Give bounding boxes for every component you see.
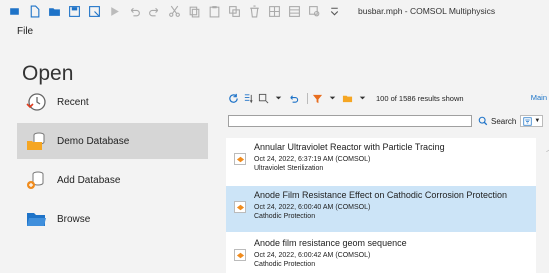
grid-icon[interactable] [266, 3, 283, 20]
nav-item-recent[interactable]: Recent [17, 84, 208, 120]
list-item[interactable]: Anode film resistance geom sequence Oct … [226, 234, 536, 273]
customize-toolbar-icon[interactable] [326, 3, 343, 20]
filter-button[interactable]: ▼ [520, 115, 544, 127]
results-panel: 100 of 1586 results shown Main Search ▼ [222, 90, 549, 273]
entry-date: Oct 24, 2022, 6:00:40 AM (COMSOL) [254, 204, 371, 211]
comsol-window: busbar.mph - COMSOL Multiphysics File Op… [0, 0, 549, 273]
table-icon[interactable] [286, 3, 303, 20]
sort-icon[interactable] [243, 93, 254, 104]
entry-title: Anode film resistance geom sequence [254, 238, 407, 248]
nav-item-label: Add Database [57, 174, 121, 186]
tab-file[interactable]: File [17, 26, 33, 37]
entry-category: Ultraviolet Sterilization [254, 165, 324, 172]
page-title: Open [22, 62, 74, 85]
paste-icon[interactable] [206, 3, 223, 20]
open-nav: Recent Demo Database Add Database Browse [17, 84, 208, 240]
run-icon[interactable] [106, 3, 123, 20]
search-button[interactable]: Search [478, 116, 516, 126]
model-thumbnail-icon [234, 153, 246, 165]
nav-item-demo-database[interactable]: Demo Database [17, 123, 208, 159]
open-folder-icon[interactable] [46, 3, 63, 20]
new-file-icon[interactable] [26, 3, 43, 20]
entry-date: Oct 24, 2022, 6:00:42 AM (COMSOL) [254, 252, 371, 259]
recent-icon [23, 89, 49, 115]
search-input[interactable] [228, 115, 472, 127]
quick-access-toolbar: busbar.mph - COMSOL Multiphysics [0, 0, 549, 22]
zoom-table-icon[interactable] [306, 3, 323, 20]
app-menu-icon[interactable] [6, 3, 23, 20]
save-as-icon[interactable] [86, 3, 103, 20]
folder-open-icon[interactable] [342, 93, 353, 104]
undo-icon[interactable] [126, 3, 143, 20]
nav-item-label: Browse [57, 213, 91, 225]
model-thumbnail-icon [234, 249, 246, 261]
nav-item-label: Demo Database [57, 135, 130, 147]
add-database-icon [23, 167, 49, 193]
database-folder-icon [23, 128, 49, 154]
results-list[interactable]: Annular Ultraviolet Reactor with Particl… [226, 138, 536, 273]
back-icon[interactable] [288, 93, 299, 104]
chevron-down-icon[interactable] [327, 93, 338, 104]
list-item[interactable]: Annular Ultraviolet Reactor with Particl… [226, 138, 536, 184]
entry-category: Cathodic Protection [254, 213, 316, 220]
nav-item-label: Recent [57, 96, 89, 108]
duplicate-icon[interactable] [226, 3, 243, 20]
delete-icon[interactable] [246, 3, 263, 20]
backstage-open-view: Open Recent Demo Database Add Database B… [0, 50, 549, 273]
results-toolbar: 100 of 1586 results shown [228, 90, 464, 106]
chevron-down-icon[interactable] [357, 93, 368, 104]
filter-funnel-icon[interactable] [312, 93, 323, 104]
search-button-label: Search [491, 116, 517, 126]
search-icon [478, 116, 488, 126]
filter-icon [523, 116, 532, 126]
nav-item-browse[interactable]: Browse [17, 201, 208, 237]
nav-item-add-database[interactable]: Add Database [17, 162, 208, 198]
entry-title: Annular Ultraviolet Reactor with Particl… [254, 142, 445, 152]
entry-date: Oct 24, 2022, 6:37:19 AM (COMSOL) [254, 156, 371, 163]
copy-icon[interactable] [186, 3, 203, 20]
search-row: Search ▼ [228, 114, 549, 128]
window-title: busbar.mph - COMSOL Multiphysics [358, 6, 496, 16]
list-item[interactable]: Anode Film Resistance Effect on Cathodic… [226, 186, 536, 232]
main-link[interactable]: Main [531, 93, 547, 102]
chevron-down-icon: ▼ [534, 118, 541, 124]
redo-icon[interactable] [146, 3, 163, 20]
toolbar-divider [307, 92, 308, 104]
entry-category: Cathodic Protection [254, 261, 316, 268]
model-thumbnail-icon [234, 201, 246, 213]
chevron-down-icon[interactable] [273, 93, 284, 104]
folder-icon [23, 206, 49, 232]
cut-icon[interactable] [166, 3, 183, 20]
results-count: 100 of 1586 results shown [376, 93, 464, 103]
save-icon[interactable] [66, 3, 83, 20]
refresh-icon[interactable] [228, 93, 239, 104]
view-options-icon[interactable] [258, 93, 269, 104]
ribbon: File [0, 22, 549, 44]
entry-title: Anode Film Resistance Effect on Cathodic… [254, 190, 507, 200]
